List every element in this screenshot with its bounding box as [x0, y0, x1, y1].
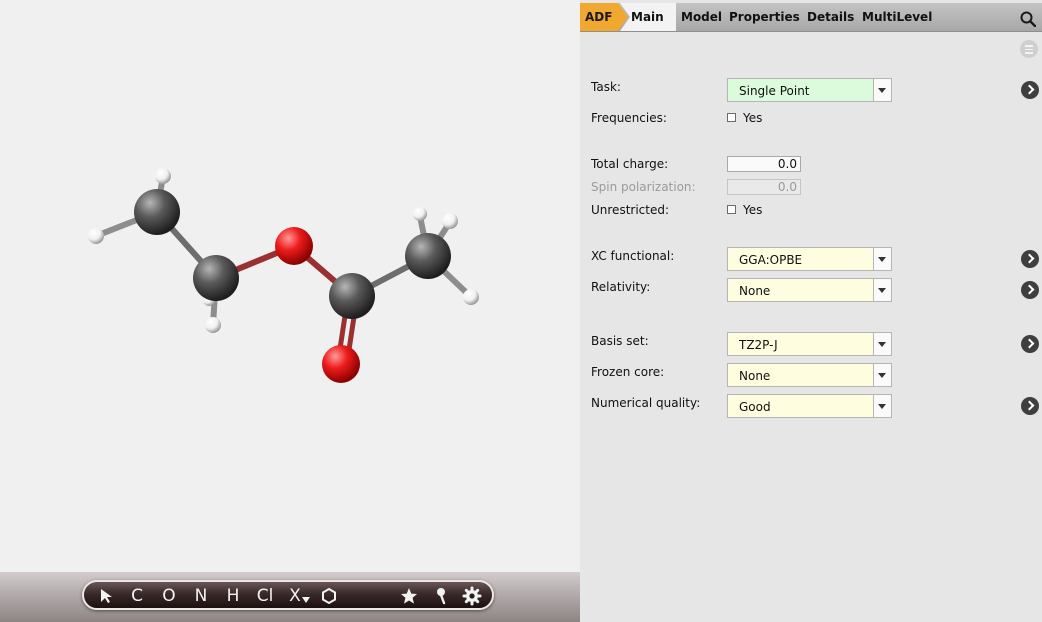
pin-icon[interactable]	[433, 587, 449, 605]
atoms[interactable]	[88, 168, 479, 383]
basis-set-details-arrow-icon[interactable]	[1021, 335, 1039, 353]
spin-polarization-label: Spin polarization:	[591, 180, 696, 194]
total-charge-input[interactable]: 0.0	[727, 156, 801, 172]
relativity-label: Relativity:	[591, 280, 651, 294]
basis-set-select[interactable]: TZ2P-J	[727, 332, 892, 356]
tool-other-element-button[interactable]: X	[287, 585, 303, 607]
basis-set-label: Basis set:	[591, 334, 649, 348]
atom-h	[88, 228, 104, 244]
task-select[interactable]: Single Point	[727, 78, 892, 102]
unrestricted-label: Unrestricted:	[591, 203, 670, 217]
atom-h	[463, 289, 479, 305]
relativity-value: None	[739, 284, 771, 298]
tool-carbon-button[interactable]: C	[128, 585, 146, 607]
frequencies-checkbox[interactable]	[727, 113, 736, 122]
relativity-details-arrow-icon[interactable]	[1021, 281, 1039, 299]
atom-carbon	[405, 233, 451, 279]
atom-carbon	[193, 255, 239, 301]
tab-adf[interactable]: ADF	[580, 3, 628, 31]
atom-carbon	[134, 189, 180, 235]
star-icon[interactable]	[400, 587, 418, 605]
spin-polarization-input: 0.0	[727, 179, 801, 195]
tab-multilevel[interactable]: MultiLevel	[862, 3, 932, 31]
chevron-down-icon[interactable]	[873, 395, 891, 417]
molecule-canvas[interactable]	[0, 0, 580, 572]
frozen-core-value: None	[739, 369, 771, 383]
pointer-arrow-icon[interactable]	[98, 588, 114, 604]
task-label: Task:	[591, 80, 621, 94]
tab-properties[interactable]: Properties	[729, 3, 800, 31]
basis-set-value: TZ2P-J	[739, 338, 778, 352]
settings-panel: ADF Main Model Properties Details MultiL…	[580, 0, 1042, 622]
ring-icon[interactable]	[320, 587, 338, 605]
tab-details[interactable]: Details	[807, 3, 854, 31]
search-icon[interactable]	[1020, 11, 1036, 27]
tool-chlorine-button[interactable]: Cl	[254, 585, 276, 607]
chevron-down-icon[interactable]	[873, 279, 891, 301]
chevron-down-icon[interactable]	[873, 248, 891, 270]
chevron-down-icon[interactable]	[302, 597, 310, 603]
xc-functional-label: XC functional:	[591, 249, 675, 263]
quality-details-arrow-icon[interactable]	[1021, 397, 1039, 415]
atom-oxygen	[275, 227, 313, 265]
numerical-quality-label: Numerical quality:	[591, 396, 701, 410]
unrestricted-checkbox-label: Yes	[743, 203, 763, 217]
atom-carbon	[329, 273, 375, 319]
numerical-quality-select[interactable]: Good	[727, 394, 892, 418]
frozen-core-select[interactable]: None	[727, 363, 892, 387]
tool-nitrogen-button[interactable]: N	[192, 585, 210, 607]
frozen-core-label: Frozen core:	[591, 365, 665, 379]
xc-functional-select[interactable]: GGA:OPBE	[727, 247, 892, 271]
tab-main[interactable]: Main	[620, 3, 676, 31]
atom-h	[413, 207, 427, 221]
element-toolbar: C O N H Cl X	[82, 580, 494, 610]
tool-oxygen-button[interactable]: O	[160, 585, 178, 607]
atom-oxygen	[322, 345, 360, 383]
xc-details-arrow-icon[interactable]	[1021, 250, 1039, 268]
tool-hydrogen-button[interactable]: H	[224, 585, 242, 607]
panel-menu-icon[interactable]	[1020, 40, 1038, 58]
gear-icon[interactable]	[462, 586, 482, 606]
unrestricted-checkbox[interactable]	[727, 205, 736, 214]
atom-h	[442, 213, 458, 229]
tab-model[interactable]: Model	[681, 3, 722, 31]
atom-h	[205, 317, 221, 333]
task-value: Single Point	[739, 84, 810, 98]
tab-bar: ADF Main Model Properties Details MultiL…	[580, 3, 1042, 32]
xc-functional-value: GGA:OPBE	[739, 253, 803, 267]
molecule-viewport[interactable]: C O N H Cl X	[0, 0, 580, 622]
chevron-down-icon[interactable]	[873, 79, 891, 101]
atom-h	[155, 168, 171, 184]
numerical-quality-value: Good	[739, 400, 771, 414]
chevron-down-icon[interactable]	[873, 333, 891, 355]
task-details-arrow-icon[interactable]	[1021, 81, 1039, 99]
frequencies-checkbox-label: Yes	[743, 111, 763, 125]
frequencies-label: Frequencies:	[591, 111, 667, 125]
total-charge-label: Total charge:	[591, 157, 669, 171]
chevron-down-icon[interactable]	[873, 364, 891, 386]
relativity-select[interactable]: None	[727, 278, 892, 302]
